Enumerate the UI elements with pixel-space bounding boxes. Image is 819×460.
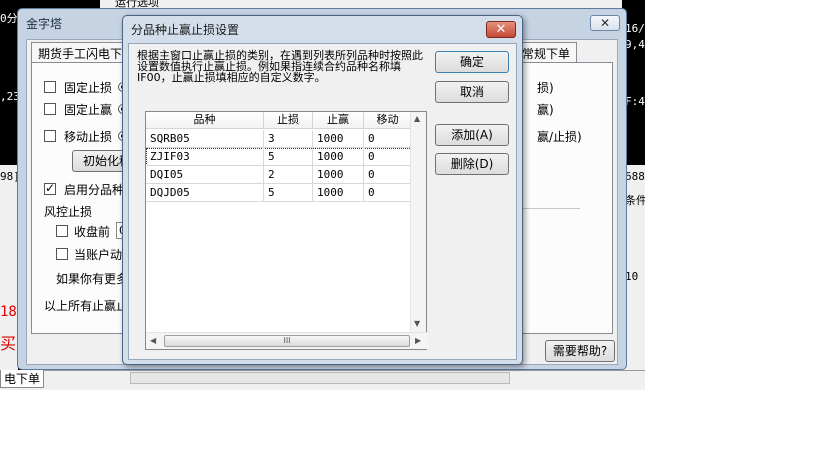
dialog-close-button[interactable]: ✕ bbox=[486, 21, 516, 38]
scroll-down-arrow-icon[interactable]: ▼ bbox=[414, 319, 420, 328]
cancel-button[interactable]: 取消 bbox=[435, 81, 509, 103]
confirm-button[interactable]: 确定 bbox=[435, 51, 509, 73]
right-label-profit-loss: 赢/止损) bbox=[537, 130, 582, 144]
tab-regular-order[interactable]: 常规下单 bbox=[515, 42, 578, 62]
scroll-up-arrow-icon[interactable]: ▲ bbox=[414, 114, 420, 123]
fixed-stop-loss-checkbox[interactable] bbox=[44, 81, 56, 93]
column-header-product[interactable]: 品种 bbox=[146, 112, 264, 129]
more-info-text: 如果你有更多 bbox=[56, 272, 129, 286]
background-top-bar bbox=[100, 0, 645, 8]
add-button[interactable]: 添加(A) bbox=[435, 124, 509, 146]
dialog-description: 根据主窗口止赢止损的类别，在遇到列表所列品种时按照此设置数值执行止赢止损。例如果… bbox=[137, 49, 423, 84]
close-before-label: 收盘前 bbox=[74, 225, 111, 239]
trailing-stop-checkbox[interactable] bbox=[44, 130, 56, 142]
cell-take-profit: 1000 bbox=[313, 184, 364, 202]
background-right-value: 条件 bbox=[625, 194, 645, 207]
outer-window-title: 金字塔 bbox=[26, 17, 63, 31]
cell-product: ZJIF03 bbox=[146, 148, 264, 166]
cell-take-profit: 1000 bbox=[313, 148, 364, 166]
background-left-value: 买 bbox=[0, 334, 17, 353]
background-scrollbar[interactable] bbox=[130, 372, 510, 384]
fixed-take-profit-label: 固定止赢 bbox=[64, 103, 113, 117]
cell-stop-loss: 2 bbox=[264, 166, 313, 184]
cell-stop-loss: 5 bbox=[264, 184, 313, 202]
cell-take-profit: 1000 bbox=[313, 130, 364, 148]
horizontal-scrollbar[interactable]: ◀ III ▶ bbox=[146, 332, 428, 349]
outer-close-button[interactable]: ✕ bbox=[590, 15, 620, 31]
table-row[interactable]: SQRB05 3 1000 0 bbox=[146, 130, 412, 148]
cell-trailing: 0 bbox=[364, 166, 412, 184]
delete-button[interactable]: 删除(D) bbox=[435, 153, 509, 175]
cell-take-profit: 1000 bbox=[313, 166, 364, 184]
background-right-value: 9,40 bbox=[625, 38, 645, 51]
fixed-stop-loss-label: 固定止损 bbox=[64, 81, 113, 95]
close-before-checkbox[interactable] bbox=[56, 225, 68, 237]
horizontal-scroll-thumb[interactable]: III bbox=[164, 335, 410, 347]
all-stop-text: 以上所有止赢止 bbox=[44, 299, 129, 313]
help-button[interactable]: 需要帮助? bbox=[545, 340, 615, 362]
cell-trailing: 0 bbox=[364, 148, 412, 166]
table-row[interactable]: DQJD05 5 1000 0 bbox=[146, 184, 412, 202]
cell-product: DQJD05 bbox=[146, 184, 264, 202]
risk-group-label: 风控止损 bbox=[44, 205, 93, 219]
product-list[interactable]: 品种 止损 止赢 移动 SQRB05 3 1000 0 ZJIF03 5 100… bbox=[145, 111, 428, 350]
dialog-body: 根据主窗口止赢止损的类别，在遇到列表所列品种时按照此设置数值执行止赢止损。例如果… bbox=[128, 43, 517, 360]
dialog-title: 分品种止赢止损设置 bbox=[131, 23, 240, 37]
table-row[interactable]: ZJIF03 5 1000 0 bbox=[146, 148, 412, 166]
right-label-profit: 赢) bbox=[537, 103, 554, 117]
background-left-value: 0分 bbox=[0, 12, 18, 25]
enable-per-product-checkbox[interactable] bbox=[44, 181, 56, 195]
background-right-value: F:4 bbox=[625, 95, 645, 108]
vertical-scrollbar[interactable]: ▲ ▼ bbox=[410, 112, 426, 333]
scroll-left-arrow-icon[interactable]: ◀ bbox=[150, 336, 156, 345]
background-left-panel bbox=[0, 165, 18, 390]
cell-stop-loss: 5 bbox=[264, 148, 313, 166]
cell-trailing: 0 bbox=[364, 130, 412, 148]
right-label-loss: 损) bbox=[537, 81, 554, 95]
table-row[interactable]: DQI05 2 1000 0 bbox=[146, 166, 412, 184]
background-left-value: 18 bbox=[0, 304, 17, 320]
fixed-take-profit-checkbox[interactable] bbox=[44, 103, 56, 115]
background-right-value: 688 bbox=[625, 170, 645, 183]
background-right-value: 16/ bbox=[625, 22, 645, 35]
per-product-stop-dialog: 分品种止赢止损设置 ✕ 根据主窗口止赢止损的类别，在遇到列表所列品种时按照此设置… bbox=[122, 15, 523, 365]
account-dynamic-checkbox[interactable] bbox=[56, 248, 68, 260]
trailing-stop-label: 移动止损 bbox=[64, 130, 113, 144]
background-bottom-tab[interactable]: 电下单 bbox=[0, 370, 45, 388]
column-header-take-profit[interactable]: 止赢 bbox=[313, 112, 364, 129]
scroll-grip-icon: III bbox=[283, 336, 291, 345]
cell-trailing: 0 bbox=[364, 184, 412, 202]
column-header-trailing[interactable]: 移动 bbox=[364, 112, 412, 129]
cell-product: SQRB05 bbox=[146, 130, 264, 148]
column-header-stop-loss[interactable]: 止损 bbox=[264, 112, 313, 129]
cell-product: DQI05 bbox=[146, 166, 264, 184]
scroll-right-arrow-icon[interactable]: ▶ bbox=[415, 336, 421, 345]
cell-stop-loss: 3 bbox=[264, 130, 313, 148]
